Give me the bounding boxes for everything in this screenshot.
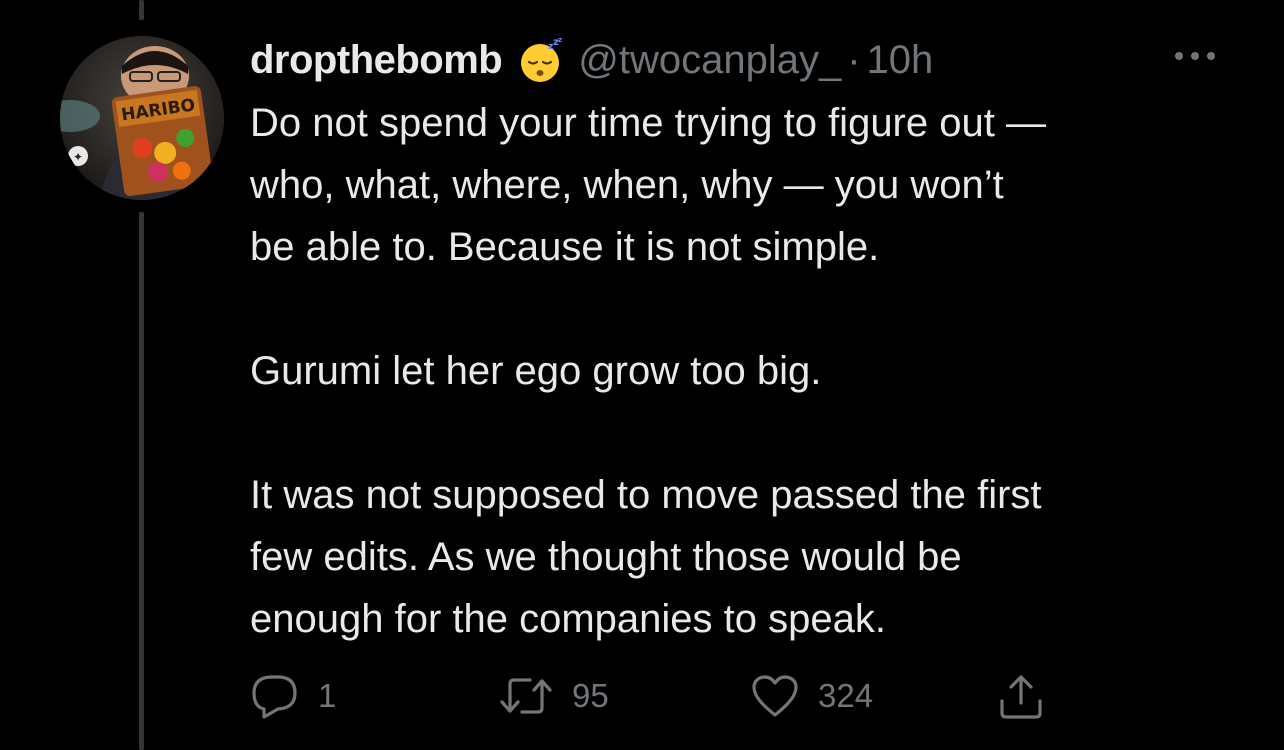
user-handle[interactable]: @twocanplay_ xyxy=(578,38,841,83)
share-button[interactable] xyxy=(996,666,1046,726)
separator-dot: · xyxy=(847,37,861,82)
share-icon xyxy=(996,671,1046,721)
avatar-image: HARIBO ✦ xyxy=(60,36,224,200)
sleeping-face-emoji-icon: z z z xyxy=(518,36,564,83)
timestamp[interactable]: 10h xyxy=(867,38,934,83)
svg-text:✦: ✦ xyxy=(73,150,83,164)
like-count: 324 xyxy=(818,677,874,714)
reply-icon xyxy=(250,673,300,719)
tweet-paragraph-1: Do not spend your time trying to figure … xyxy=(250,101,1046,269)
svg-text:z: z xyxy=(558,37,562,44)
thread-line-top xyxy=(139,0,144,20)
retweet-count: 95 xyxy=(572,677,609,714)
retweet-button[interactable]: 95 xyxy=(498,666,609,726)
tweet-text: Do not spend your time trying to figure … xyxy=(250,92,1250,650)
heart-icon xyxy=(750,673,800,719)
tweet-actions-bar: 1 95 324 xyxy=(0,666,1284,726)
like-button[interactable]: 324 xyxy=(750,666,873,726)
tweet-paragraph-2: Gurumi let her ego grow too big. xyxy=(250,349,822,393)
retweet-icon xyxy=(498,674,554,718)
tweet-header: dropthebomb z z z @twocanplay_ · 10h xyxy=(250,32,933,88)
reply-button[interactable]: 1 xyxy=(250,666,336,726)
avatar[interactable]: HARIBO ✦ xyxy=(60,36,224,200)
display-name[interactable]: dropthebomb xyxy=(250,38,503,83)
more-horizontal-icon[interactable] xyxy=(1170,44,1220,68)
tweet-paragraph-3: It was not supposed to move passed the f… xyxy=(250,473,1042,641)
reply-count: 1 xyxy=(318,677,337,714)
